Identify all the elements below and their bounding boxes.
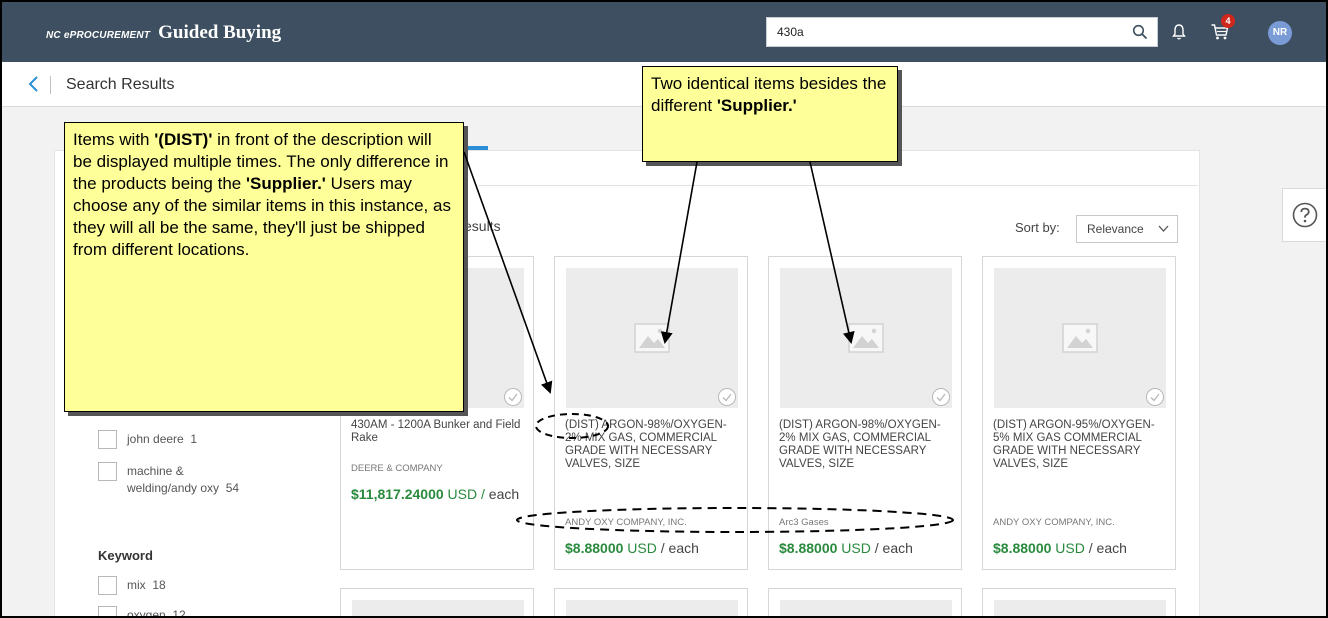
image-placeholder-icon	[1062, 323, 1098, 353]
facet-checkbox[interactable]	[98, 430, 117, 449]
product-card[interactable]	[768, 588, 962, 616]
image-placeholder-icon	[848, 323, 884, 353]
product-card[interactable]: (DIST) ARGON-98%/OXYGEN-2% MIX GAS, COMM…	[554, 256, 748, 570]
facet-count: 1	[190, 432, 198, 446]
chevron-left-icon	[28, 76, 38, 92]
annotation-callout-supplier: Two identical items besides the differen…	[642, 66, 898, 162]
product-card[interactable]: (DIST) ARGON-95%/OXYGEN-5% MIX GAS COMME…	[982, 256, 1176, 570]
callout-emphasis: 'Supplier.'	[245, 174, 326, 193]
brand-logo[interactable]: NC ePROCUREMENT Guided Buying	[46, 22, 281, 44]
product-image-placeholder	[780, 268, 952, 408]
price-currency: USD /	[447, 486, 485, 502]
price-currency: USD	[1055, 540, 1085, 556]
facet-item[interactable]: oxygen 12	[98, 606, 186, 618]
brand-prefix: NC ePROCUREMENT	[46, 30, 151, 41]
facet-checkbox[interactable]	[98, 462, 117, 481]
image-placeholder-icon	[634, 323, 670, 353]
page-title: Search Results	[66, 76, 175, 93]
product-card[interactable]	[982, 588, 1176, 616]
facet-count: 12	[172, 608, 186, 618]
results-count: esults	[464, 218, 501, 234]
search-button[interactable]	[1123, 18, 1157, 46]
callout-emphasis: '(DIST)'	[154, 130, 213, 149]
divider	[478, 185, 1198, 186]
help-button[interactable]	[1282, 188, 1326, 242]
product-image-placeholder	[566, 600, 738, 616]
product-card[interactable]	[554, 588, 748, 616]
price-currency: USD	[841, 540, 871, 556]
price-unit: / each	[874, 540, 913, 556]
brand-title: Guided Buying	[158, 22, 282, 43]
product-supplier: ANDY OXY COMPANY, INC.	[993, 517, 1115, 528]
keyword-facet-heading: Keyword	[98, 548, 153, 563]
notifications-button[interactable]	[1166, 18, 1192, 46]
sort-value: Relevance	[1087, 222, 1144, 236]
search-box	[766, 17, 1158, 47]
sort-label: Sort by:	[1015, 220, 1060, 235]
product-price: $11,817.24000 USD / each	[351, 484, 527, 504]
callout-text: Items with	[73, 130, 155, 149]
price-amount: $8.88000	[779, 540, 838, 556]
bell-icon	[1172, 24, 1186, 40]
product-image-placeholder	[352, 600, 524, 616]
product-card[interactable]: (DIST) ARGON-98%/OXYGEN-2% MIX GAS, COMM…	[768, 256, 962, 570]
product-supplier: Arc3 Gases	[779, 517, 829, 528]
help-icon	[1292, 202, 1318, 228]
product-image-placeholder	[994, 600, 1166, 616]
price-currency: USD	[627, 540, 657, 556]
select-check-icon[interactable]	[717, 387, 737, 407]
facet-label: machine & welding/andy oxy	[127, 464, 220, 495]
divider	[50, 76, 51, 94]
screenshot-frame: NC ePROCUREMENT Guided Buying 430a 4 NR …	[0, 0, 1328, 618]
chevron-down-icon	[1158, 225, 1169, 232]
facet-checkbox[interactable]	[98, 576, 117, 595]
product-description[interactable]: (DIST) ARGON-98%/OXYGEN-2% MIX GAS, COMM…	[565, 419, 741, 471]
facet-count: 54	[225, 481, 240, 495]
cart-button[interactable]: 4	[1207, 14, 1235, 46]
facet-item[interactable]: john deere 1	[98, 430, 197, 449]
product-price: $8.88000 USD / each	[779, 540, 913, 556]
facet-label: oxygen	[127, 608, 166, 618]
facet-label: mix	[127, 578, 146, 592]
product-image-placeholder	[994, 268, 1166, 408]
callout-emphasis: 'Supplier.'	[716, 96, 797, 115]
product-description[interactable]: 430AM - 1200A Bunker and Field Rake	[351, 419, 527, 445]
search-input[interactable]	[767, 18, 1119, 46]
product-supplier: ANDY OXY COMPANY, INC.	[565, 517, 687, 528]
product-image-placeholder	[566, 268, 738, 408]
product-card[interactable]	[340, 588, 534, 616]
annotation-callout-dist: Items with '(DIST)' in front of the desc…	[64, 122, 464, 412]
price-amount: $11,817.24000	[351, 486, 444, 502]
product-price: $8.88000 USD / each	[993, 540, 1127, 556]
product-description[interactable]: (DIST) ARGON-95%/OXYGEN-5% MIX GAS COMME…	[993, 419, 1169, 471]
facet-label: john deere	[127, 432, 184, 446]
facet-checkbox[interactable]	[98, 606, 117, 616]
select-check-icon[interactable]	[931, 387, 951, 407]
facet-item[interactable]: machine & welding/andy oxy 54	[98, 462, 257, 497]
product-description[interactable]: (DIST) ARGON-98%/OXYGEN-2% MIX GAS, COMM…	[779, 419, 955, 471]
select-check-icon[interactable]	[503, 387, 523, 407]
search-icon	[1132, 24, 1148, 40]
price-unit: / each	[1088, 540, 1127, 556]
product-image-placeholder	[780, 600, 952, 616]
product-price: $8.88000 USD / each	[565, 540, 699, 556]
price-unit: / each	[660, 540, 699, 556]
price-amount: $8.88000	[993, 540, 1052, 556]
facet-count: 18	[152, 578, 166, 592]
cart-count-badge: 4	[1221, 14, 1235, 28]
price-unit: each	[488, 486, 520, 502]
sort-dropdown[interactable]: Relevance	[1076, 215, 1178, 243]
select-check-icon[interactable]	[1145, 387, 1165, 407]
price-amount: $8.88000	[565, 540, 624, 556]
back-button[interactable]	[26, 75, 42, 93]
top-navigation-bar: NC ePROCUREMENT Guided Buying 430a 4 NR	[2, 2, 1326, 62]
product-supplier: DEERE & COMPANY	[351, 463, 443, 474]
facet-item[interactable]: mix 18	[98, 576, 166, 595]
user-avatar[interactable]: NR	[1268, 21, 1292, 45]
